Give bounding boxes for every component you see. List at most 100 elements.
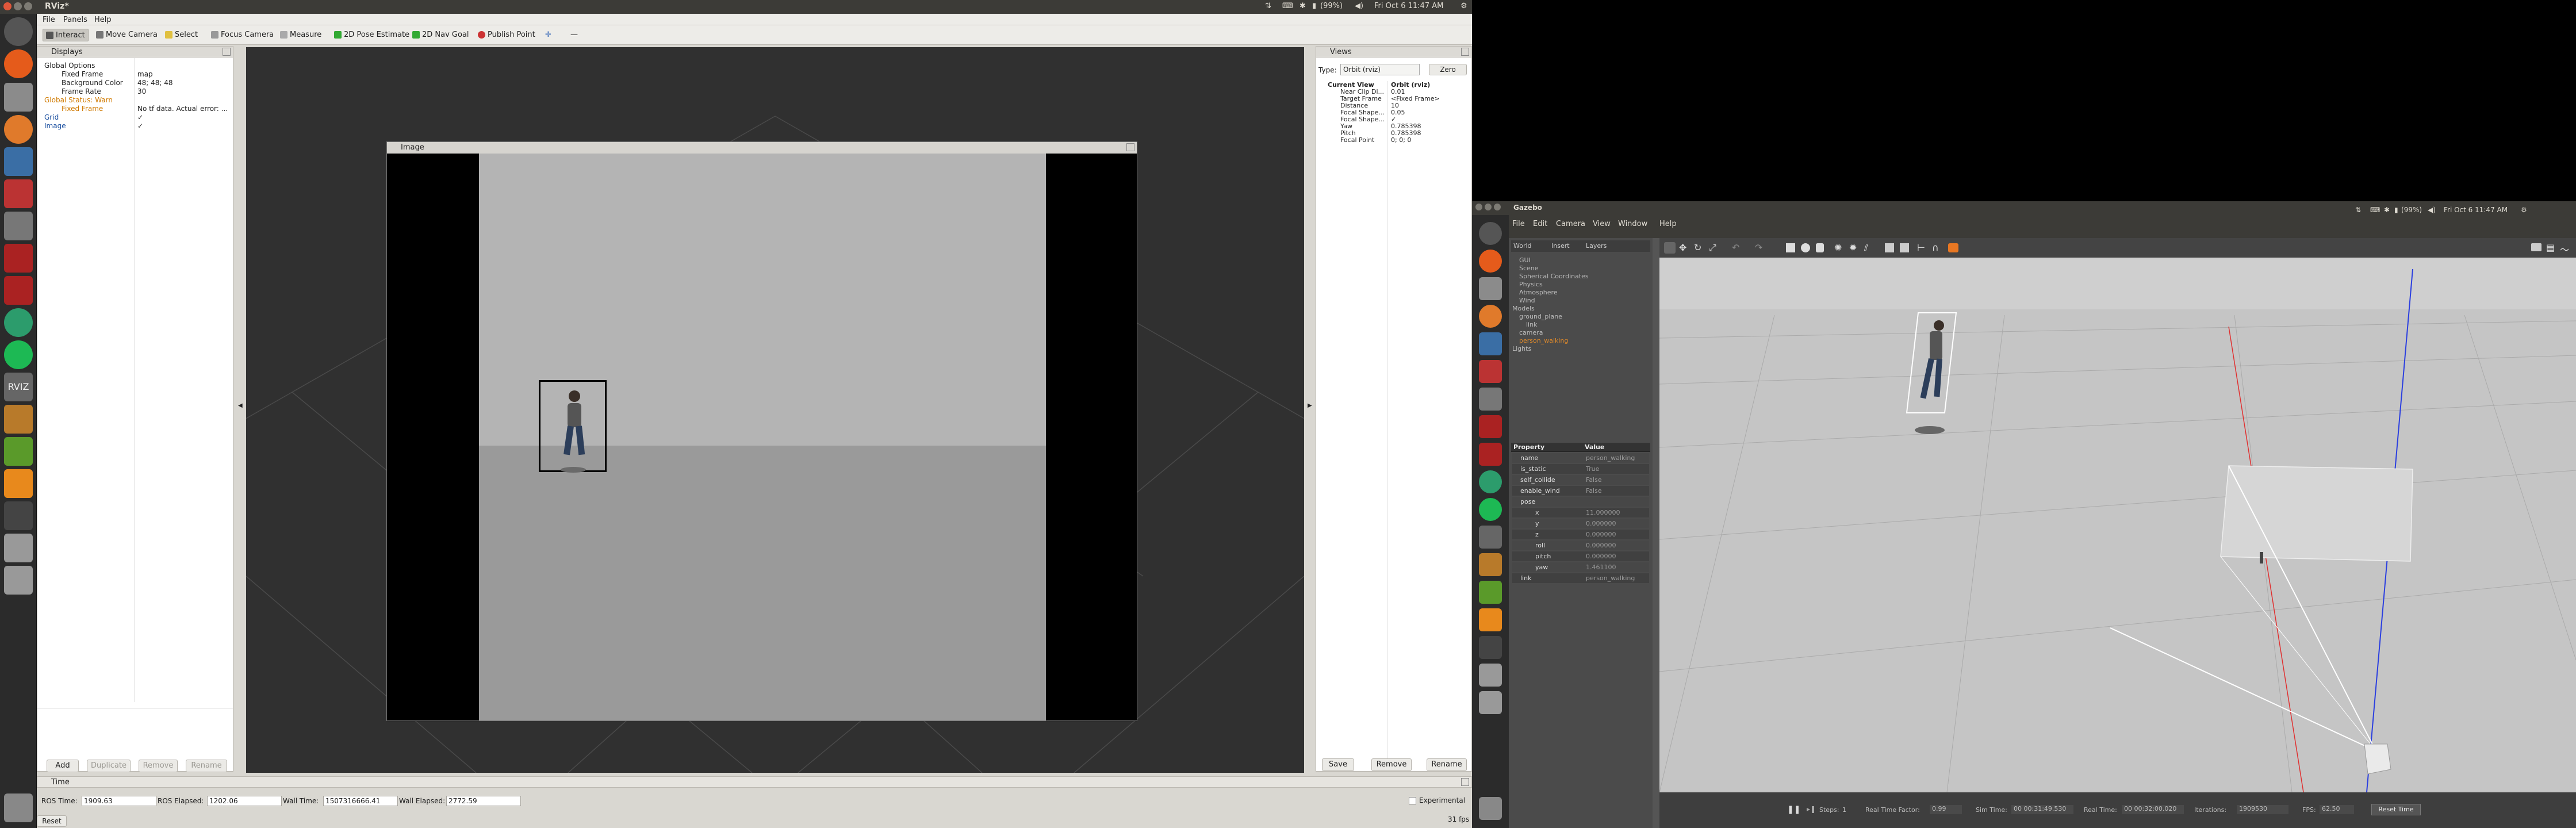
property-row[interactable]: enable_wind False [1512, 486, 1649, 496]
left-splitter[interactable]: ◀ [235, 46, 246, 772]
world-tree-item[interactable]: camera [1519, 329, 1543, 336]
usb-drive-icon[interactable] [4, 501, 33, 530]
trash-icon[interactable] [1479, 797, 1502, 820]
tab-world[interactable]: World [1513, 242, 1532, 250]
display-row-value[interactable]: map [137, 70, 153, 78]
tool-move-camera[interactable]: Move Camera [93, 29, 160, 41]
menu-help[interactable]: Help [94, 16, 112, 24]
minimize-icon[interactable] [1485, 204, 1492, 210]
green-app-icon[interactable] [4, 308, 33, 337]
gz-bluetooth-icon[interactable]: ✱ [2384, 206, 2390, 214]
gz-clock[interactable]: Fri Oct 6 11:47 AM [2444, 206, 2508, 214]
person-app-icon[interactable] [4, 212, 33, 240]
remote-desktop-icon[interactable] [1479, 332, 1502, 355]
blender-icon[interactable] [4, 115, 33, 144]
gz-menu-view[interactable]: View [1593, 220, 1611, 228]
blender-icon[interactable] [1479, 305, 1502, 328]
pause-icon[interactable]: ❚❚ [1787, 805, 1800, 814]
float-panel-icon[interactable] [1461, 778, 1469, 786]
rviz-launcher-icon[interactable] [1479, 526, 1502, 549]
display-row[interactable]: Global Status: Warn [37, 96, 233, 105]
float-panel-icon[interactable] [223, 48, 231, 56]
tool-publish-point[interactable]: Publish Point [475, 29, 538, 41]
align-icon[interactable]: ⊢ [1917, 242, 1925, 253]
log-icon[interactable]: ▤ [2546, 242, 2555, 253]
gazebo-3d-scene[interactable] [1659, 258, 2576, 792]
volume-icon[interactable]: ◀) [1355, 2, 1363, 10]
minimize-icon[interactable] [14, 2, 22, 10]
vlc-icon[interactable] [1479, 608, 1502, 631]
property-value[interactable]: False [1586, 487, 1602, 494]
save-view-button[interactable]: Save [1322, 758, 1354, 771]
gz-menu-window[interactable]: Window [1618, 220, 1647, 228]
property-row[interactable]: roll 0.000000 [1512, 540, 1649, 550]
tool-measure[interactable]: Measure [277, 29, 324, 41]
vlc-icon[interactable] [4, 469, 33, 498]
gz-menu-camera[interactable]: Camera [1556, 220, 1585, 228]
terminal-red-2-icon[interactable] [1479, 443, 1502, 466]
display-row-value[interactable]: ✓ [137, 113, 143, 121]
property-value[interactable]: 1.461100 [1586, 564, 1616, 571]
property-value[interactable]: 0.000000 [1586, 542, 1616, 549]
rename-display-button[interactable]: Rename [186, 760, 227, 772]
trash-icon[interactable] [4, 793, 33, 822]
files-icon[interactable] [4, 83, 33, 112]
toolbar-minus[interactable]: — [566, 29, 581, 41]
translate-mode-icon[interactable]: ✥ [1679, 242, 1690, 254]
terminal-red-icon[interactable] [1479, 415, 1502, 438]
gz-menu-help[interactable]: Help [1659, 220, 1677, 228]
keyboard-icon[interactable]: ⌨ [1282, 2, 1293, 10]
property-value[interactable]: 0.000000 [1586, 553, 1616, 560]
files-icon[interactable] [1479, 277, 1502, 300]
display-row-value[interactable]: ✓ [137, 122, 143, 130]
drive-2-icon[interactable] [4, 566, 33, 595]
ros-time-field[interactable]: 1909.63 [82, 796, 156, 806]
battery-icon[interactable]: ▮ [1312, 2, 1316, 10]
ros-elapsed-field[interactable]: 1202.06 [207, 796, 282, 806]
property-row[interactable]: z 0.000000 [1512, 530, 1649, 539]
directional-light-icon[interactable]: ⫽ [1864, 242, 1868, 254]
tool-2d-nav-goal[interactable]: 2D Nav Goal [409, 29, 472, 41]
drive-2-icon[interactable] [1479, 691, 1502, 714]
right-splitter[interactable]: ▶ [1304, 46, 1316, 772]
gz-volume-icon[interactable]: ◀) [2428, 206, 2436, 214]
tab-insert[interactable]: Insert [1551, 242, 1570, 250]
sphere-shape-icon[interactable] [1801, 243, 1810, 252]
spotify-icon[interactable] [4, 340, 33, 369]
rename-view-button[interactable]: Rename [1427, 758, 1467, 771]
network-icon[interactable]: ⇅ [1265, 2, 1271, 10]
world-tree-item[interactable]: Scene [1519, 264, 1539, 272]
terminal-red-icon[interactable] [4, 244, 33, 273]
property-row[interactable]: pose [1512, 497, 1649, 507]
remove-display-button[interactable]: Remove [139, 760, 178, 772]
zero-button[interactable]: Zero [1429, 64, 1467, 75]
reset-time-button[interactable]: Reset Time [2371, 804, 2421, 815]
property-value[interactable]: 11.000000 [1586, 509, 1620, 516]
display-row[interactable]: Fixed Frame No tf data. Actual error: ... [37, 105, 233, 113]
maximize-icon[interactable] [24, 2, 32, 10]
collapse-left-icon[interactable]: ◀ [238, 402, 243, 409]
maximize-icon[interactable] [1494, 204, 1501, 210]
display-row[interactable]: Image ✓ [37, 122, 233, 131]
green-app-icon[interactable] [1479, 470, 1502, 493]
close-icon[interactable] [1475, 204, 1482, 210]
property-value[interactable]: 0.000000 [1586, 520, 1616, 527]
tool-select[interactable]: Select [162, 29, 201, 41]
gz-battery-icon[interactable]: ▮ [2394, 206, 2398, 214]
copy-icon[interactable] [1885, 243, 1894, 252]
package-icon[interactable] [4, 405, 33, 434]
display-row[interactable]: Background Color 48; 48; 48 [37, 79, 233, 87]
menu-panels[interactable]: Panels [63, 16, 87, 24]
float-panel-icon[interactable] [1461, 48, 1469, 56]
undo-icon[interactable]: ↶ [1732, 242, 1743, 254]
reset-button[interactable]: Reset [37, 815, 67, 827]
property-row[interactable]: pitch 0.000000 [1512, 551, 1649, 561]
gz-settings-icon[interactable]: ⚙ [2521, 206, 2527, 214]
world-tree-item[interactable]: Atmosphere [1519, 289, 1558, 296]
menu-file[interactable]: File [43, 16, 55, 24]
snap-icon[interactable]: ∩ [1932, 242, 1939, 253]
package-icon[interactable] [1479, 553, 1502, 576]
display-row[interactable]: Global Options [37, 62, 233, 70]
world-tree-item[interactable]: link [1526, 321, 1537, 328]
float-panel-icon[interactable] [1126, 143, 1134, 151]
